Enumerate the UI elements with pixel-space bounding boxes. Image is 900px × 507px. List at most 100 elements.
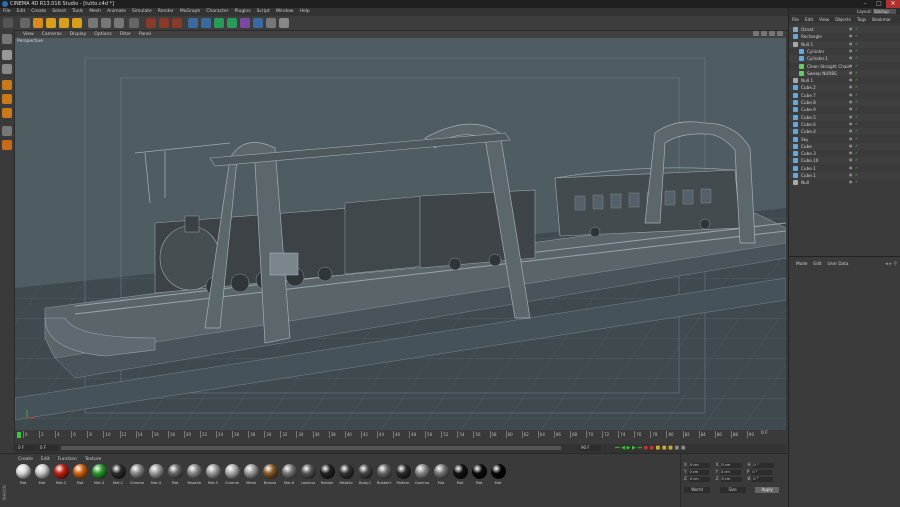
viewport-toggle-icon[interactable] <box>777 31 783 36</box>
material-menu-item[interactable]: Function <box>54 457 81 462</box>
object-row[interactable]: Cube.1 ● ✓ <box>789 165 900 172</box>
viewport-menu-item[interactable]: Filter <box>116 31 135 38</box>
menu-item[interactable]: Help <box>296 8 312 16</box>
rotate-tool-icon[interactable] <box>59 18 69 28</box>
play-icon[interactable]: ▶ <box>627 445 631 451</box>
enabled-check-icon[interactable]: ✓ <box>855 100 858 104</box>
material-swatch[interactable]: Mat.3 <box>90 464 108 485</box>
render-view-icon[interactable] <box>146 18 156 28</box>
material-swatch[interactable]: Lamiera <box>299 464 317 485</box>
cube-primitive-icon[interactable] <box>188 18 198 28</box>
material-swatch[interactable]: Mat.5 <box>204 464 222 485</box>
enabled-check-icon[interactable]: ✓ <box>855 27 858 31</box>
record-icon[interactable]: ● <box>644 445 648 451</box>
viewport-menu-item[interactable]: Cameras <box>38 31 66 38</box>
visibility-dot-icon[interactable]: ● <box>849 34 853 38</box>
coord-value-field[interactable]: 0 cm <box>720 462 742 468</box>
attr-search-icon[interactable]: ⚲ <box>893 261 897 267</box>
texture-mode-icon[interactable] <box>2 64 12 74</box>
visibility-dot-icon[interactable]: ● <box>849 78 853 82</box>
keyframe-selection-icon[interactable]: ■ <box>656 445 661 451</box>
enabled-check-icon[interactable]: ✓ <box>855 48 858 53</box>
timeline-ruler[interactable]: 0 2 4 6 8 10 12 14 16 18 20 22 24 26 28 30 32 34 36 38 40 42 4… <box>15 430 786 444</box>
enabled-check-icon[interactable]: ✓ <box>855 121 858 126</box>
enabled-check-icon[interactable]: ✓ <box>855 143 858 148</box>
visibility-dot-icon[interactable]: ● <box>849 121 853 126</box>
minimize-icon[interactable]: – <box>858 0 872 8</box>
object-row[interactable]: Rectangle ● ✓ <box>789 33 900 40</box>
object-row[interactable]: Cube.1 ● ✓ <box>789 172 900 179</box>
object-row[interactable]: Cube.10 ● ✓ <box>789 157 900 165</box>
coord-value-field[interactable]: 0 cm <box>719 469 741 475</box>
attr-forward-icon[interactable]: ▸ <box>889 261 892 267</box>
object-row[interactable]: Cube.6 ● ✓ <box>789 121 900 128</box>
visibility-dot-icon[interactable]: ● <box>849 85 853 89</box>
material-swatch[interactable]: Mat.1 <box>109 464 127 485</box>
visibility-dot-icon[interactable]: ● <box>849 107 853 111</box>
coord-value-field[interactable]: 0 cm <box>688 476 710 482</box>
object-manager-menu-item[interactable]: Tags <box>854 16 869 23</box>
material-swatch[interactable]: Metallo <box>337 464 355 485</box>
move-tool-icon[interactable] <box>33 18 43 28</box>
make-editable-icon[interactable] <box>2 34 12 44</box>
perspective-viewport[interactable]: Perspective <box>15 38 786 430</box>
visibility-dot-icon[interactable]: ● <box>849 63 853 68</box>
start-frame-field[interactable]: 0 F <box>39 445 58 451</box>
viewport-menu-item[interactable]: Display <box>66 31 91 38</box>
menu-item[interactable]: Tools <box>69 8 86 16</box>
model-mode-icon[interactable] <box>2 50 12 60</box>
visibility-dot-icon[interactable]: ● <box>849 129 853 133</box>
material-swatch[interactable]: Mat <box>166 464 184 485</box>
enabled-check-icon[interactable]: ✓ <box>855 92 858 97</box>
current-frame-field[interactable]: 0 F <box>17 445 36 451</box>
render-picture-viewer-icon[interactable] <box>159 18 169 28</box>
attribute-menu-item[interactable]: User Data <box>825 260 852 267</box>
viewport-move-icon[interactable] <box>753 31 759 36</box>
visibility-dot-icon[interactable]: ● <box>849 114 853 119</box>
material-swatch[interactable]: Mat <box>432 464 450 485</box>
enabled-check-icon[interactable]: ✓ <box>855 34 858 38</box>
menu-item[interactable]: Window <box>273 8 297 16</box>
size-mode-select[interactable]: Size <box>719 487 746 493</box>
object-manager-menu-item[interactable]: Bookmar <box>869 16 894 23</box>
material-swatch[interactable]: Mat <box>33 464 51 485</box>
menu-item[interactable]: Character <box>203 8 231 16</box>
object-row[interactable]: Cube.2 ● ✓ <box>789 84 900 92</box>
object-row[interactable]: Clean Straight Chain ● ✓ <box>789 63 900 70</box>
coord-value-field[interactable]: 0 ° <box>751 469 773 475</box>
viewport-menu-item[interactable]: Options <box>90 31 115 38</box>
coord-mode-select[interactable]: World <box>684 487 710 493</box>
maximize-icon[interactable]: □ <box>872 0 886 8</box>
object-manager-menu-item[interactable]: Edit <box>802 16 816 23</box>
visibility-dot-icon[interactable]: ● <box>849 48 853 53</box>
object-row[interactable]: Cube.8 ● ✓ <box>789 99 900 106</box>
material-swatch[interactable]: Rubber <box>318 464 336 485</box>
nurbs-icon[interactable] <box>214 18 224 28</box>
material-swatch[interactable]: Chrome <box>128 464 146 485</box>
menu-item[interactable]: Plugins <box>232 8 254 16</box>
go-to-end-icon[interactable]: ⏭ <box>637 445 642 451</box>
snapping-icon[interactable] <box>2 140 12 150</box>
enabled-check-icon[interactable]: ✓ <box>855 85 858 89</box>
object-row[interactable]: Cylinder.1 ● ✓ <box>789 55 900 63</box>
array-icon[interactable] <box>227 18 237 28</box>
z-axis-icon[interactable] <box>114 18 124 28</box>
material-swatch[interactable]: Metal <box>242 464 260 485</box>
enabled-check-icon[interactable]: ✓ <box>855 114 858 119</box>
visibility-dot-icon[interactable]: ● <box>849 151 853 155</box>
timeline-settings-icon[interactable]: ■ <box>681 445 686 451</box>
coord-value-field[interactable]: 0 ° <box>752 462 774 468</box>
material-swatch[interactable]: Body.1 <box>356 464 374 485</box>
enabled-check-icon[interactable]: ✓ <box>855 129 858 133</box>
scale-tool-icon[interactable] <box>46 18 56 28</box>
floor-icon[interactable] <box>253 18 263 28</box>
enabled-check-icon[interactable]: ✓ <box>855 78 858 82</box>
light-icon[interactable] <box>279 18 289 28</box>
enabled-check-icon[interactable]: ✓ <box>855 56 858 60</box>
object-row[interactable]: Cylinder ● ✓ <box>789 48 900 55</box>
undo-icon[interactable] <box>3 18 13 28</box>
enabled-check-icon[interactable]: ✓ <box>855 158 858 162</box>
pen-spline-icon[interactable] <box>201 18 211 28</box>
material-swatch[interactable]: Mat.4 <box>147 464 165 485</box>
object-row[interactable]: Null.1 ● ✓ <box>789 77 900 84</box>
